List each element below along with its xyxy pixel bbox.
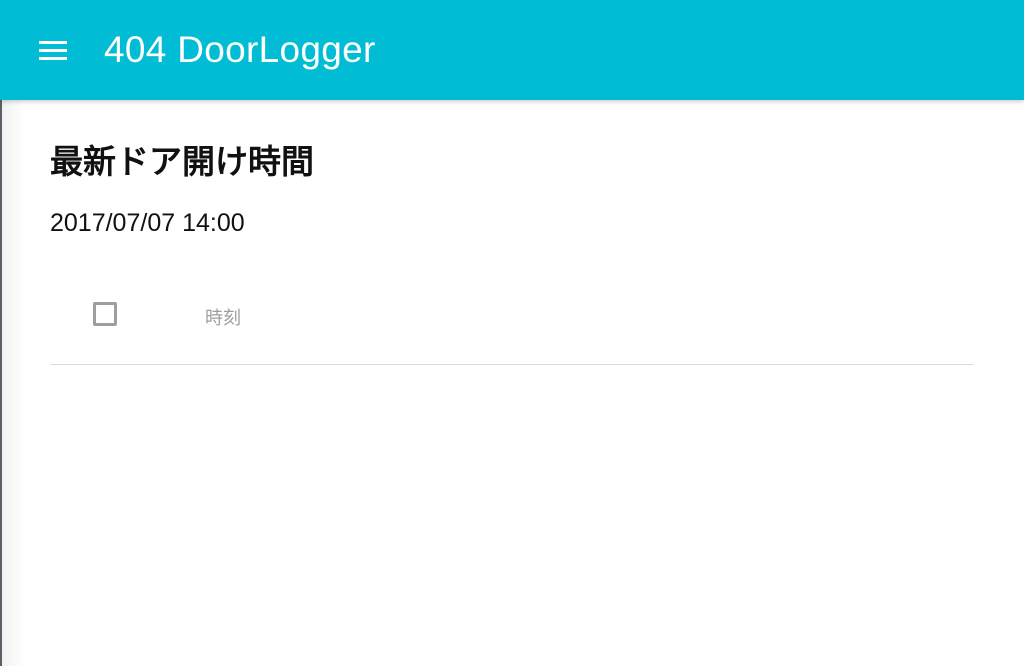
hamburger-menu-icon[interactable] — [36, 33, 70, 67]
page-title: 最新ドア開け時間 — [50, 143, 314, 180]
column-header-time[interactable]: 時刻 — [205, 304, 241, 330]
latest-door-open-time: 2017/07/07 14:00 — [50, 209, 245, 237]
app-bar: 404 DoorLogger — [0, 0, 1024, 100]
table-header: 時刻 — [50, 284, 974, 365]
main-content: 最新ドア開け時間 2017/07/07 14:00 時刻 — [50, 100, 974, 365]
select-all-checkbox[interactable] — [93, 302, 117, 326]
app-title: 404 DoorLogger — [104, 29, 376, 70]
hamburger-menu-icon-graphic — [39, 41, 67, 60]
drawer-shadow — [2, 100, 24, 666]
